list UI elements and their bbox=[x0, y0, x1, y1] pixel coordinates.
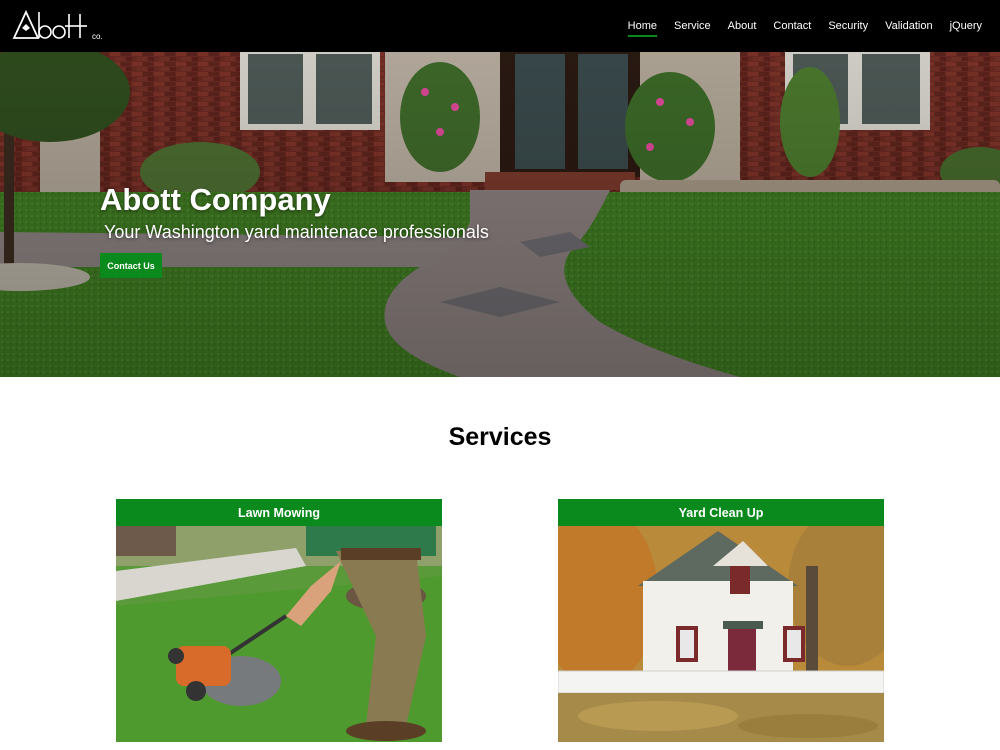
card-title: Yard Clean Up bbox=[558, 499, 884, 526]
yard-clean-up-image bbox=[558, 526, 884, 742]
hero-subtitle: Your Washington yard maintenace professi… bbox=[104, 222, 489, 242]
navbar: co. Home Service About Contact Security … bbox=[0, 0, 1000, 52]
service-card-yard-clean-up[interactable]: Yard Clean Up bbox=[558, 499, 884, 742]
nav-service[interactable]: Service bbox=[674, 16, 711, 36]
card-title: Lawn Mowing bbox=[116, 499, 442, 526]
services-heading: Services bbox=[448, 423, 552, 451]
hero-title: Abott Company bbox=[100, 182, 331, 217]
nav-jquery[interactable]: jQuery bbox=[950, 16, 982, 36]
contact-us-button[interactable]: Contact Us bbox=[100, 253, 162, 278]
nav-validation[interactable]: Validation bbox=[885, 16, 933, 36]
abott-logo[interactable]: co. bbox=[12, 8, 112, 42]
main-nav: Home Service About Contact Security Vali… bbox=[611, 0, 982, 52]
nav-security[interactable]: Security bbox=[828, 16, 868, 36]
nav-contact[interactable]: Contact bbox=[773, 16, 811, 36]
logo-suffix: co. bbox=[92, 32, 103, 41]
nav-about[interactable]: About bbox=[728, 16, 757, 36]
lawn-mowing-image bbox=[116, 526, 442, 742]
service-card-lawn-mowing[interactable]: Lawn Mowing bbox=[116, 499, 442, 742]
hero-banner: Abott Company Your Washington yard maint… bbox=[0, 52, 1000, 377]
nav-home[interactable]: Home bbox=[627, 16, 658, 37]
